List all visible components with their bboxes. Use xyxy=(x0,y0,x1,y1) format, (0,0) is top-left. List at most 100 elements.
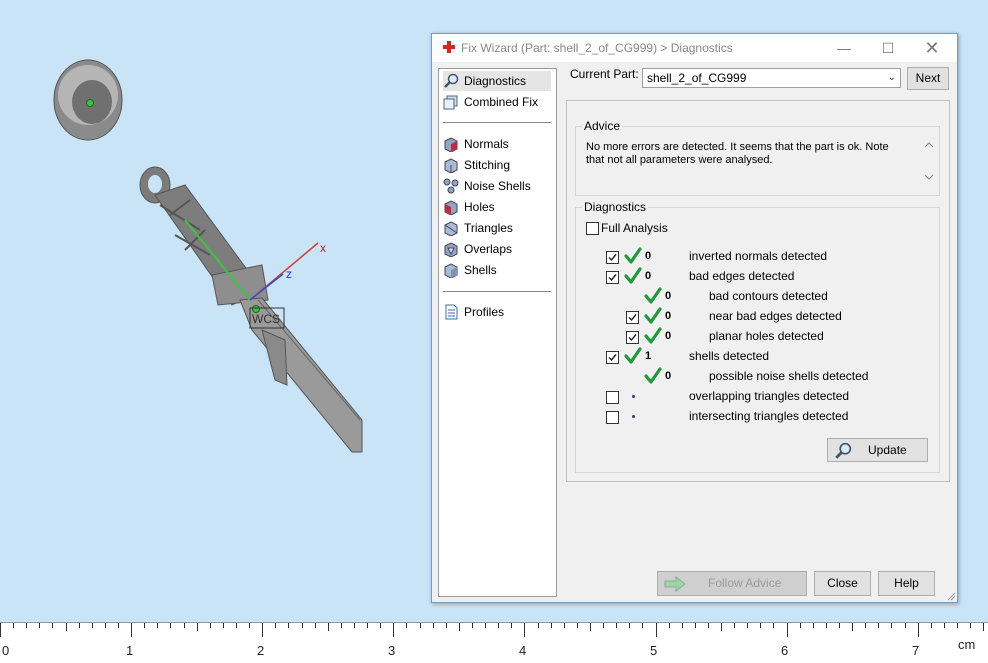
ruler-tick xyxy=(734,623,735,628)
ruler-label: 1 xyxy=(126,643,134,658)
diagnostic-count: 0 xyxy=(665,330,672,342)
diagnostic-checkbox[interactable] xyxy=(626,331,639,344)
next-button[interactable]: Next xyxy=(907,67,949,90)
holes-cube-icon xyxy=(444,200,458,215)
close-button[interactable]: Close xyxy=(814,571,871,596)
nav-item-noise-shells[interactable]: Noise Shells xyxy=(443,176,551,196)
ruler-tick xyxy=(433,623,434,628)
ruler-tick xyxy=(236,623,237,628)
ruler-tick xyxy=(642,623,643,628)
nav-item-triangles[interactable]: Triangles xyxy=(443,218,551,238)
current-part-value: shell_2_of_CG999 xyxy=(647,71,747,85)
ruler-tick xyxy=(931,623,932,628)
ring-shell[interactable] xyxy=(53,59,123,141)
nav-item-holes[interactable]: Holes xyxy=(443,197,551,217)
ruler-tick xyxy=(656,623,657,637)
resize-grip-icon[interactable] xyxy=(946,591,956,601)
fix-wizard-dialog: Fix Wizard (Part: shell_2_of_CG999) > Di… xyxy=(431,33,958,603)
ruler-tick xyxy=(590,623,591,631)
ruler-tick xyxy=(721,623,722,631)
status-ok-icon xyxy=(624,247,642,264)
diagnostic-label: bad edges detected xyxy=(689,269,795,283)
ruler-label: 2 xyxy=(257,643,265,658)
nav-label: Stitching xyxy=(464,158,511,172)
diagnostics-panel: Advice No more errors are detected. It s… xyxy=(566,100,950,482)
ruler-tick xyxy=(629,623,630,628)
ruler-tick xyxy=(302,623,303,628)
noise-shells-icon xyxy=(443,178,459,194)
ruler-tick xyxy=(52,623,53,628)
status-pending-dot xyxy=(632,415,635,418)
nav-label: Triangles xyxy=(464,221,513,235)
triangles-cube-icon xyxy=(444,221,458,236)
help-button[interactable]: Help xyxy=(878,571,935,596)
nav-item-profiles[interactable]: Profiles xyxy=(443,302,551,322)
ruler-tick xyxy=(184,623,185,628)
maximize-button[interactable]: ☐ xyxy=(866,36,910,60)
diagnostic-checkbox[interactable] xyxy=(606,271,619,284)
ruler-tick xyxy=(341,623,342,628)
red-cross-icon xyxy=(443,41,455,53)
status-ok-icon xyxy=(644,367,662,384)
update-button[interactable]: Update xyxy=(827,438,928,462)
nav-item-normals[interactable]: Normals xyxy=(443,134,551,154)
ruler-tick xyxy=(695,623,696,628)
ruler-tick xyxy=(131,623,132,637)
nav-label: Profiles xyxy=(464,305,505,319)
status-ok-icon xyxy=(644,327,662,344)
ruler-tick xyxy=(813,623,814,628)
diagnostic-label: overlapping triangles detected xyxy=(689,389,850,403)
nav-label: Overlaps xyxy=(464,242,513,256)
ruler-tick xyxy=(288,623,289,628)
ruler-tick xyxy=(747,623,748,628)
ruler-label: 0 xyxy=(2,643,10,658)
advice-scrollbar[interactable] xyxy=(921,137,937,185)
diagnostic-label: planar holes detected xyxy=(709,329,824,343)
ruler-tick xyxy=(66,623,67,631)
ruler-tick xyxy=(275,623,276,628)
diagnostic-checkbox[interactable] xyxy=(606,411,619,424)
ruler-tick xyxy=(197,623,198,631)
diagnostic-label: inverted normals detected xyxy=(689,249,828,263)
ruler-tick xyxy=(905,623,906,628)
current-part-select[interactable]: shell_2_of_CG999 ⌄ xyxy=(642,68,901,88)
follow-advice-label: Follow Advice xyxy=(708,576,782,590)
diagnostic-checkbox[interactable] xyxy=(626,311,639,324)
ruler-label: 6 xyxy=(781,643,789,658)
nav-item-overlaps[interactable]: Overlaps xyxy=(443,239,551,259)
ruler-tick xyxy=(79,623,80,628)
nav-item-stitching[interactable]: Stitching xyxy=(443,155,551,175)
nav-label: Holes xyxy=(464,200,495,214)
ruler-tick xyxy=(157,623,158,628)
ruler-tick xyxy=(773,623,774,628)
ruler-tick xyxy=(787,623,788,637)
nav-item-shells[interactable]: Shells xyxy=(443,260,551,280)
follow-advice-button[interactable]: Follow Advice xyxy=(657,571,807,596)
ruler-tick xyxy=(957,623,958,628)
ruler-tick xyxy=(682,623,683,628)
checkmark-icon xyxy=(608,354,617,362)
ruler-tick xyxy=(891,623,892,628)
ruler-tick xyxy=(170,623,171,628)
checkmark-icon xyxy=(608,274,617,282)
diagnostic-checkbox[interactable] xyxy=(606,351,619,364)
diagnostic-label: bad contours detected xyxy=(709,289,828,303)
nav-item-diagnostics[interactable]: Diagnostics xyxy=(443,71,551,91)
status-ok-icon xyxy=(624,347,642,364)
ruler-tick xyxy=(328,623,329,631)
ruler-tick xyxy=(459,623,460,631)
ruler-tick xyxy=(760,623,761,628)
arrow-right-icon xyxy=(664,576,686,592)
full-analysis-checkbox[interactable] xyxy=(586,222,599,235)
minimize-button[interactable]: — xyxy=(822,36,866,60)
diagnostic-count: 0 xyxy=(645,270,652,282)
sword-shell[interactable] xyxy=(139,166,363,453)
ruler-tick xyxy=(485,623,486,628)
ruler-tick xyxy=(551,623,552,628)
nav-item-combined-fix[interactable]: Combined Fix xyxy=(443,92,551,112)
diagnostic-checkbox[interactable] xyxy=(606,251,619,264)
close-window-button[interactable]: ✕ xyxy=(910,36,954,60)
diagnostic-checkbox[interactable] xyxy=(606,391,619,404)
title-bar[interactable]: Fix Wizard (Part: shell_2_of_CG999) > Di… xyxy=(432,34,957,62)
ruler-label: 4 xyxy=(519,643,527,658)
